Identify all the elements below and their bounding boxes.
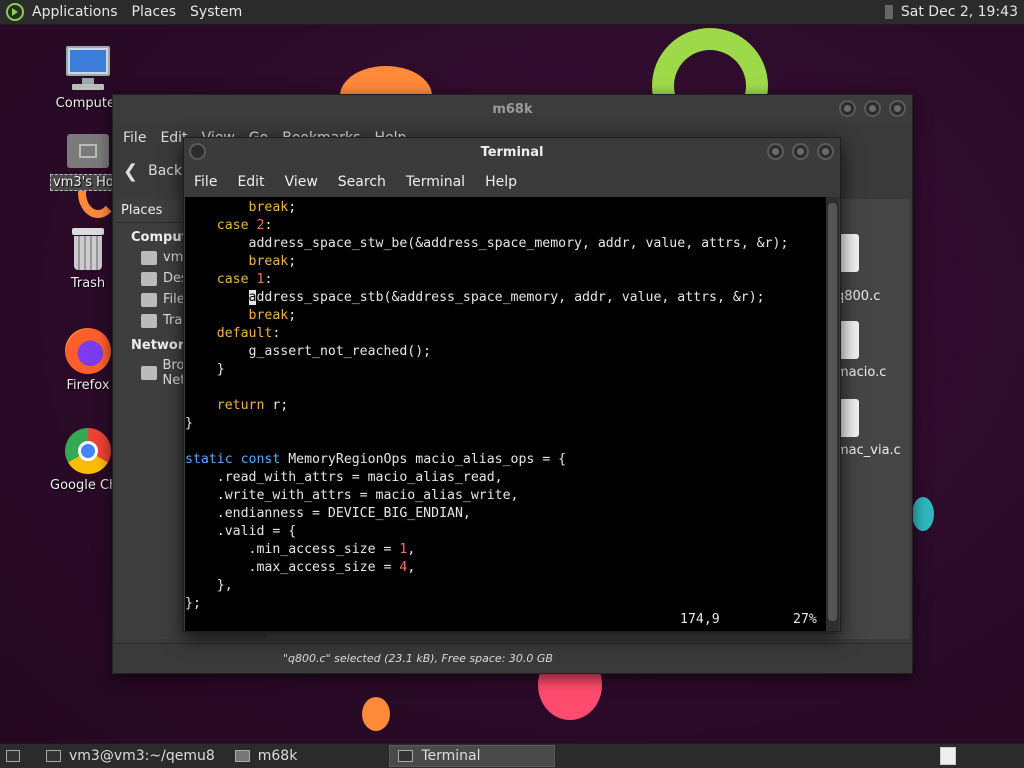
wallpaper-blob-teal	[912, 497, 934, 531]
code-line: g_assert_not_reached();	[185, 344, 432, 359]
code-line: }	[185, 416, 193, 431]
file-label[interactable]: macio.c	[836, 365, 886, 380]
back-button[interactable]: Back	[148, 163, 182, 179]
terminal-menu-view[interactable]: View	[285, 174, 318, 190]
wallpaper-blob-orange2	[362, 697, 390, 731]
code-line: .min_access_size = 1,	[185, 542, 416, 557]
task-terminal-active[interactable]: Terminal	[389, 745, 556, 767]
system-logo-icon[interactable]	[6, 3, 24, 21]
code-line: .read_with_attrs = macio_alias_read,	[185, 470, 503, 485]
desktop-icon	[141, 271, 157, 286]
code-line: .endianness = DEVICE_BIG_ENDIAN,	[185, 506, 471, 521]
code-line: },	[185, 578, 233, 593]
code-line: return r;	[216, 398, 289, 413]
terminal-window[interactable]: Terminal File Edit View Search Terminal …	[183, 137, 841, 632]
file-percent: 27%	[793, 612, 817, 627]
task-file-manager[interactable]: m68k	[227, 745, 306, 767]
applications-menu[interactable]: Applications	[32, 4, 118, 20]
show-desktop-icon	[6, 750, 20, 762]
workspace-indicator-icon[interactable]	[884, 5, 893, 19]
code-line: .write_with_attrs = macio_alias_write,	[185, 488, 519, 503]
trash-icon	[141, 313, 157, 328]
terminal-menu-file[interactable]: File	[194, 174, 217, 190]
maximize-button[interactable]	[864, 100, 881, 117]
computer-icon	[64, 44, 112, 92]
task-label: m68k	[257, 748, 298, 764]
text-cursor: a	[248, 290, 257, 305]
terminal-icon	[398, 750, 414, 762]
folder-icon	[234, 750, 250, 762]
terminal-screen[interactable]: break; case 2: address_space_stw_be(&add…	[185, 197, 827, 631]
drive-icon	[141, 292, 157, 307]
fm-statusbar: "q800.c" selected (23.1 kB), Free space:…	[113, 643, 912, 673]
firefox-icon	[65, 328, 111, 374]
network-icon	[141, 366, 157, 380]
scrollbar-thumb[interactable]	[828, 203, 837, 621]
close-button[interactable]	[889, 100, 906, 117]
terminal-menu-help[interactable]: Help	[485, 174, 517, 190]
terminal-title: Terminal	[480, 145, 544, 160]
terminal-menu-edit[interactable]: Edit	[237, 174, 264, 190]
code-line: .valid = {	[185, 524, 297, 539]
cursor-position: 174,9	[680, 612, 720, 627]
bottom-panel: vm3@vm3:~/qemu8 m68k Terminal	[0, 743, 1024, 768]
chrome-icon	[65, 428, 111, 474]
task-label: Terminal	[421, 748, 481, 764]
home-icon	[141, 250, 157, 265]
show-desktop-button[interactable]	[0, 745, 34, 767]
file-label[interactable]: q800.c	[836, 289, 880, 304]
clock[interactable]: Sat Dec 2, 19:43	[901, 4, 1018, 20]
code-line: address_space_stw_be(&address_space_memo…	[185, 236, 789, 251]
code-line: }	[185, 362, 225, 377]
maximize-button[interactable]	[792, 143, 809, 160]
terminal-menu-search[interactable]: Search	[338, 174, 386, 190]
trash-icon	[70, 228, 106, 272]
home-folder-icon	[65, 130, 111, 170]
window-menu-button[interactable]	[189, 143, 206, 160]
workspace-switcher[interactable]	[940, 747, 956, 765]
code-line: static const MemoryRegionOps macio_alias…	[185, 452, 567, 467]
task-label: vm3@vm3:~/qemu8	[69, 748, 215, 764]
terminal-titlebar[interactable]: Terminal	[184, 138, 840, 167]
terminal-scrollbar[interactable]	[826, 197, 839, 631]
back-arrow-icon[interactable]: ❮	[123, 161, 138, 182]
places-menu[interactable]: Places	[132, 4, 177, 20]
code-line: address_space_stb(&address_space_memory,…	[248, 290, 765, 305]
code-line: case 2:	[216, 218, 273, 233]
code-line: case 1:	[216, 272, 273, 287]
task-terminal-qemu[interactable]: vm3@vm3:~/qemu8	[38, 745, 223, 767]
code-line: break;	[248, 200, 297, 215]
fm-menu-file[interactable]: File	[123, 130, 146, 146]
file-label[interactable]: mac_via.c	[836, 443, 901, 458]
fm-titlebar[interactable]: m68k	[113, 95, 912, 123]
terminal-menu-terminal[interactable]: Terminal	[406, 174, 465, 190]
code-line: default:	[216, 326, 281, 341]
code-line: .max_access_size = 4,	[185, 560, 416, 575]
minimize-button[interactable]	[839, 100, 856, 117]
terminal-icon	[46, 750, 61, 762]
vim-status-line: 174,9 27%	[185, 611, 827, 629]
minimize-button[interactable]	[767, 143, 784, 160]
terminal-menubar: File Edit View Search Terminal Help	[184, 167, 840, 197]
system-menu[interactable]: System	[190, 4, 242, 20]
code-line: break;	[248, 254, 297, 269]
code-line: break;	[248, 308, 297, 323]
top-panel: Applications Places System Sat Dec 2, 19…	[0, 0, 1024, 25]
close-button[interactable]	[817, 143, 834, 160]
fm-title: m68k	[492, 101, 533, 117]
